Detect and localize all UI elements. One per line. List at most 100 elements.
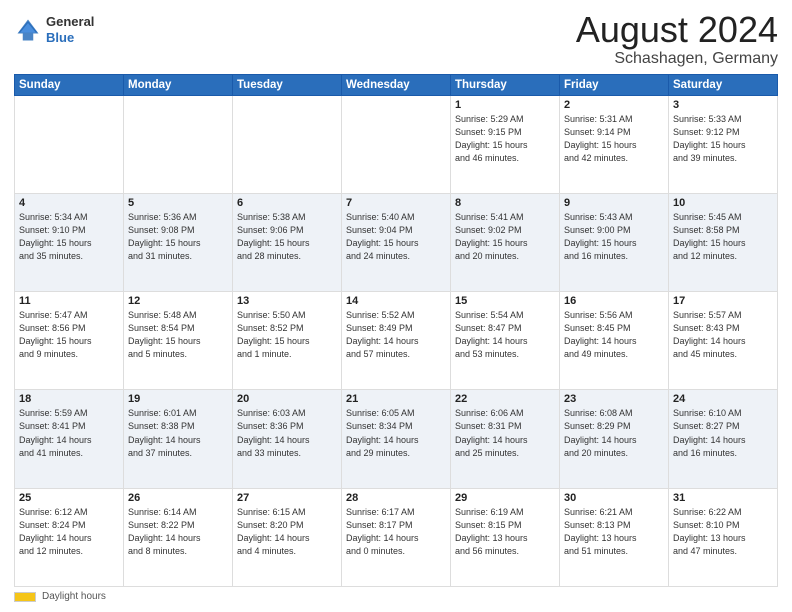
day-info: Sunrise: 5:33 AM Sunset: 9:12 PM Dayligh… bbox=[673, 113, 773, 165]
table-cell bbox=[342, 95, 451, 193]
sub-title: Schashagen, Germany bbox=[576, 50, 778, 68]
day-number: 14 bbox=[346, 295, 446, 307]
table-cell bbox=[233, 95, 342, 193]
table-cell: 25Sunrise: 6:12 AM Sunset: 8:24 PM Dayli… bbox=[15, 488, 124, 586]
calendar-week-row: 18 Sunrise: 5:59 AM Sunset: 8:41 PM Dayli… bbox=[15, 390, 778, 488]
logo: General Blue bbox=[14, 14, 94, 45]
day-number: 13 bbox=[237, 295, 337, 307]
day-info: Sunrise: 5:54 AM Sunset: 8:47 PM Dayligh… bbox=[455, 309, 555, 361]
day-info: Sunrise: 5:45 AM Sunset: 8:58 PM Dayligh… bbox=[673, 211, 773, 263]
day-number: 28 bbox=[346, 492, 446, 504]
table-cell: 28 Sunrise: 6:17 AM Sunset: 8:17 PM Dayli… bbox=[342, 488, 451, 586]
day-number: 19 bbox=[128, 393, 228, 405]
table-cell: 1Sunrise: 5:29 AM Sunset: 9:15 PM Daylig… bbox=[451, 95, 560, 193]
table-cell: 8 Sunrise: 5:41 AM Sunset: 9:02 PM Daylig… bbox=[451, 193, 560, 291]
calendar-week-row: 11 Sunrise: 5:47 AM Sunset: 8:56 PM Dayli… bbox=[15, 292, 778, 390]
day-info: Sunrise: 6:21 AM Sunset: 8:13 PM Dayligh… bbox=[564, 506, 664, 558]
table-cell: 20Sunrise: 6:03 AM Sunset: 8:36 PM Dayli… bbox=[233, 390, 342, 488]
table-cell: 2Sunrise: 5:31 AM Sunset: 9:14 PM Daylig… bbox=[560, 95, 669, 193]
day-number: 16 bbox=[564, 295, 664, 307]
main-title: August 2024 bbox=[576, 10, 778, 50]
table-cell: 4 Sunrise: 5:34 AM Sunset: 9:10 PM Daylig… bbox=[15, 193, 124, 291]
table-cell: 21 Sunrise: 6:05 AM Sunset: 8:34 PM Dayli… bbox=[342, 390, 451, 488]
table-cell: 16 Sunrise: 5:56 AM Sunset: 8:45 PM Dayli… bbox=[560, 292, 669, 390]
logo-icon bbox=[14, 16, 42, 44]
day-number: 5 bbox=[128, 197, 228, 209]
day-number: 23 bbox=[564, 393, 664, 405]
table-cell: 19 Sunrise: 6:01 AM Sunset: 8:38 PM Dayli… bbox=[124, 390, 233, 488]
day-number: 1 bbox=[455, 99, 555, 111]
day-info: Sunrise: 6:22 AM Sunset: 8:10 PM Dayligh… bbox=[673, 506, 773, 558]
table-cell: 15 Sunrise: 5:54 AM Sunset: 8:47 PM Dayli… bbox=[451, 292, 560, 390]
table-cell: 3 Sunrise: 5:33 AM Sunset: 9:12 PM Daylig… bbox=[669, 95, 778, 193]
table-cell: 13Sunrise: 5:50 AM Sunset: 8:52 PM Dayli… bbox=[233, 292, 342, 390]
calendar-week-row: 4 Sunrise: 5:34 AM Sunset: 9:10 PM Daylig… bbox=[15, 193, 778, 291]
table-cell: 5 Sunrise: 5:36 AM Sunset: 9:08 PM Daylig… bbox=[124, 193, 233, 291]
day-info: Sunrise: 5:56 AM Sunset: 8:45 PM Dayligh… bbox=[564, 309, 664, 361]
col-wednesday: Wednesday bbox=[342, 74, 451, 95]
day-info: Sunrise: 5:52 AM Sunset: 8:49 PM Dayligh… bbox=[346, 309, 446, 361]
daylight-label: Daylight hours bbox=[42, 591, 106, 602]
day-info: Sunrise: 5:47 AM Sunset: 8:56 PM Dayligh… bbox=[19, 309, 119, 361]
day-number: 9 bbox=[564, 197, 664, 209]
table-cell: 27 Sunrise: 6:15 AM Sunset: 8:20 PM Dayli… bbox=[233, 488, 342, 586]
table-cell bbox=[15, 95, 124, 193]
day-number: 11 bbox=[19, 295, 119, 307]
footer: Daylight hours bbox=[14, 591, 778, 602]
day-number: 27 bbox=[237, 492, 337, 504]
day-number: 8 bbox=[455, 197, 555, 209]
day-number: 15 bbox=[455, 295, 555, 307]
day-number: 10 bbox=[673, 197, 773, 209]
day-info: Sunrise: 6:15 AM Sunset: 8:20 PM Dayligh… bbox=[237, 506, 337, 558]
day-info: Sunrise: 5:31 AM Sunset: 9:14 PM Dayligh… bbox=[564, 113, 664, 165]
table-cell: 24Sunrise: 6:10 AM Sunset: 8:27 PM Dayli… bbox=[669, 390, 778, 488]
day-info: Sunrise: 6:05 AM Sunset: 8:34 PM Dayligh… bbox=[346, 407, 446, 459]
col-saturday: Saturday bbox=[669, 74, 778, 95]
day-number: 21 bbox=[346, 393, 446, 405]
day-number: 12 bbox=[128, 295, 228, 307]
table-cell: 29Sunrise: 6:19 AM Sunset: 8:15 PM Dayli… bbox=[451, 488, 560, 586]
day-info: Sunrise: 5:59 AM Sunset: 8:41 PM Dayligh… bbox=[19, 407, 119, 459]
day-number: 17 bbox=[673, 295, 773, 307]
day-info: Sunrise: 5:38 AM Sunset: 9:06 PM Dayligh… bbox=[237, 211, 337, 263]
col-thursday: Thursday bbox=[451, 74, 560, 95]
table-cell: 6 Sunrise: 5:38 AM Sunset: 9:06 PM Daylig… bbox=[233, 193, 342, 291]
day-info: Sunrise: 6:12 AM Sunset: 8:24 PM Dayligh… bbox=[19, 506, 119, 558]
table-cell: 31 Sunrise: 6:22 AM Sunset: 8:10 PM Dayli… bbox=[669, 488, 778, 586]
day-number: 30 bbox=[564, 492, 664, 504]
table-cell: 11 Sunrise: 5:47 AM Sunset: 8:56 PM Dayli… bbox=[15, 292, 124, 390]
table-cell: 30 Sunrise: 6:21 AM Sunset: 8:13 PM Dayli… bbox=[560, 488, 669, 586]
day-info: Sunrise: 6:08 AM Sunset: 8:29 PM Dayligh… bbox=[564, 407, 664, 459]
calendar-week-row: 1Sunrise: 5:29 AM Sunset: 9:15 PM Daylig… bbox=[15, 95, 778, 193]
day-number: 3 bbox=[673, 99, 773, 111]
page: General Blue August 2024 Schashagen, Ger… bbox=[0, 0, 792, 612]
table-cell: 22Sunrise: 6:06 AM Sunset: 8:31 PM Dayli… bbox=[451, 390, 560, 488]
day-number: 6 bbox=[237, 197, 337, 209]
day-number: 26 bbox=[128, 492, 228, 504]
day-info: Sunrise: 5:34 AM Sunset: 9:10 PM Dayligh… bbox=[19, 211, 119, 263]
table-cell: 9Sunrise: 5:43 AM Sunset: 9:00 PM Daylig… bbox=[560, 193, 669, 291]
day-info: Sunrise: 6:01 AM Sunset: 8:38 PM Dayligh… bbox=[128, 407, 228, 459]
table-cell: 23 Sunrise: 6:08 AM Sunset: 8:29 PM Dayli… bbox=[560, 390, 669, 488]
logo-general: General bbox=[46, 14, 94, 29]
day-number: 22 bbox=[455, 393, 555, 405]
day-info: Sunrise: 6:14 AM Sunset: 8:22 PM Dayligh… bbox=[128, 506, 228, 558]
day-number: 31 bbox=[673, 492, 773, 504]
col-friday: Friday bbox=[560, 74, 669, 95]
table-cell: 12Sunrise: 5:48 AM Sunset: 8:54 PM Dayli… bbox=[124, 292, 233, 390]
table-cell: 17Sunrise: 5:57 AM Sunset: 8:43 PM Dayli… bbox=[669, 292, 778, 390]
day-number: 4 bbox=[19, 197, 119, 209]
table-cell: 18 Sunrise: 5:59 AM Sunset: 8:41 PM Dayli… bbox=[15, 390, 124, 488]
logo-blue: Blue bbox=[46, 30, 74, 45]
day-info: Sunrise: 6:03 AM Sunset: 8:36 PM Dayligh… bbox=[237, 407, 337, 459]
day-number: 7 bbox=[346, 197, 446, 209]
header: General Blue August 2024 Schashagen, Ger… bbox=[14, 10, 778, 68]
day-info: Sunrise: 6:17 AM Sunset: 8:17 PM Dayligh… bbox=[346, 506, 446, 558]
table-cell: 7Sunrise: 5:40 AM Sunset: 9:04 PM Daylig… bbox=[342, 193, 451, 291]
logo-text: General Blue bbox=[46, 14, 94, 45]
day-info: Sunrise: 5:41 AM Sunset: 9:02 PM Dayligh… bbox=[455, 211, 555, 263]
day-info: Sunrise: 5:36 AM Sunset: 9:08 PM Dayligh… bbox=[128, 211, 228, 263]
day-number: 24 bbox=[673, 393, 773, 405]
table-cell: 10 Sunrise: 5:45 AM Sunset: 8:58 PM Dayli… bbox=[669, 193, 778, 291]
day-number: 18 bbox=[19, 393, 119, 405]
